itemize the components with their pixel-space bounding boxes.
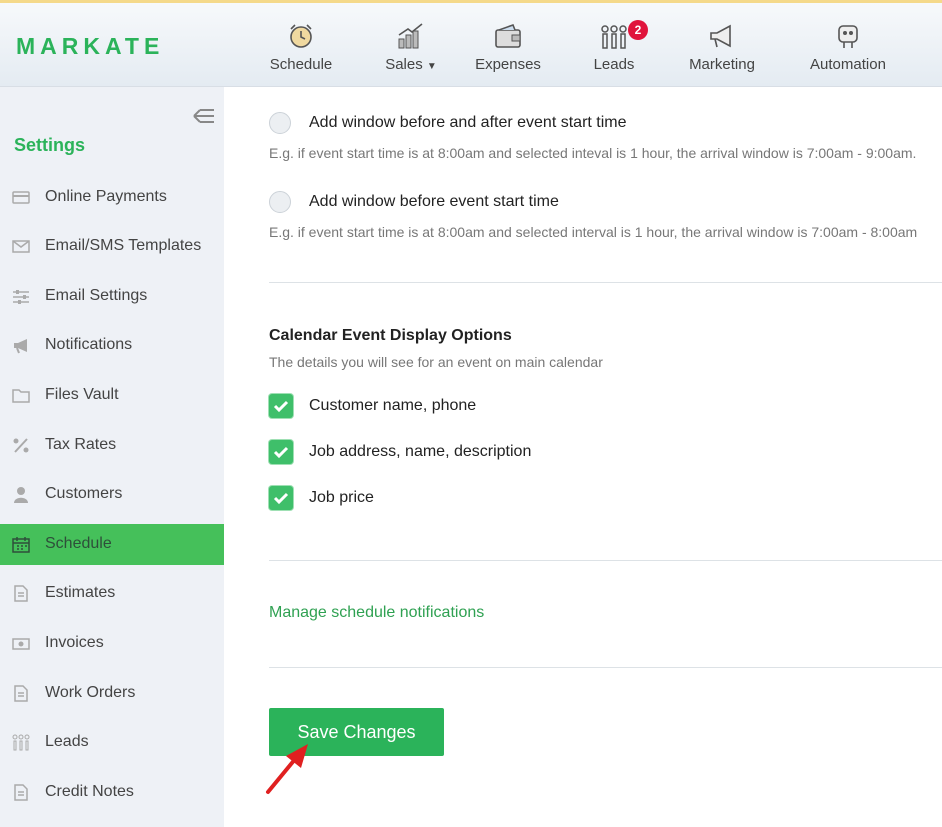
leads-badge: 2 xyxy=(628,20,648,40)
sidebar-item-label: Schedule xyxy=(45,535,112,552)
nav-label: Automation xyxy=(810,56,886,73)
sidebar-item-label: Leads xyxy=(45,733,89,750)
document-icon xyxy=(14,685,28,702)
customer-name-phone-checkbox[interactable] xyxy=(269,394,293,418)
arrival-window-before-radio[interactable] xyxy=(269,191,291,213)
checkbox-label: Job price xyxy=(309,489,374,506)
robot-icon xyxy=(838,25,858,48)
nav-expenses[interactable]: Expenses xyxy=(470,3,546,87)
sidebar-item-label: Email Settings xyxy=(45,287,148,304)
top-header: MARKATE Schedule Sales ▼ Expenses 2 Lead… xyxy=(0,3,942,87)
settings-sidebar: Settings Online Payments Email/SMS Templ… xyxy=(0,87,224,827)
people-icon xyxy=(601,25,627,49)
sidebar-item-label: Tax Rates xyxy=(45,436,117,453)
sidebar-item-label: Work Orders xyxy=(45,684,136,701)
sidebar-item-credit-notes[interactable]: Credit Notes xyxy=(0,772,224,813)
collapse-sidebar-icon[interactable] xyxy=(192,105,216,127)
sidebar-item-label: Online Payments xyxy=(45,188,167,205)
nav-label: Schedule xyxy=(269,56,333,73)
wallet-icon xyxy=(495,23,521,48)
checkbox-label: Customer name, phone xyxy=(309,397,477,414)
arrival-window-before-after-radio[interactable] xyxy=(269,112,291,134)
section-divider xyxy=(269,282,942,283)
money-icon xyxy=(12,638,30,650)
checkmark-icon xyxy=(273,446,289,459)
sidebar-item-files-vault[interactable]: Files Vault xyxy=(0,375,224,416)
nav-marketing[interactable]: Marketing xyxy=(684,3,760,87)
checkmark-icon xyxy=(273,492,289,505)
calendar-icon xyxy=(12,537,30,553)
manage-schedule-notifications-link[interactable]: Manage schedule notifications xyxy=(269,604,484,622)
checkbox-label: Job address, name, description xyxy=(309,443,532,460)
sidebar-item-label: Email/SMS Templates xyxy=(45,237,202,254)
sidebar-item-label: Invoices xyxy=(45,634,104,651)
section-divider xyxy=(269,667,942,668)
document-icon xyxy=(14,585,28,602)
sidebar-item-label: Estimates xyxy=(45,584,116,601)
sidebar-item-estimates[interactable]: Estimates xyxy=(0,573,224,614)
nav-label: Marketing xyxy=(689,56,755,73)
percent-icon xyxy=(13,438,29,453)
sidebar-item-notifications[interactable]: Notifications xyxy=(0,325,224,366)
sidebar-item-email-settings[interactable]: Email Settings xyxy=(0,276,224,317)
bar-chart-coins-icon xyxy=(398,23,423,49)
nav-automation[interactable]: Automation xyxy=(804,3,892,87)
bullhorn-icon xyxy=(14,339,27,354)
arrival-option-label: Add window before event start time xyxy=(309,193,559,210)
folder-icon xyxy=(12,389,30,403)
user-icon xyxy=(14,487,28,503)
sidebar-item-work-orders[interactable]: Work Orders xyxy=(0,673,224,714)
job-address-checkbox[interactable] xyxy=(269,440,293,464)
alarm-clock-icon xyxy=(290,24,312,48)
sidebar-item-label: Customers xyxy=(45,485,123,502)
brand-logo[interactable]: MARKATE xyxy=(16,33,164,60)
sidebar-item-invoices[interactable]: Invoices xyxy=(0,623,224,664)
sidebar-item-label: Notifications xyxy=(45,336,133,353)
sidebar-item-customers[interactable]: Customers xyxy=(0,474,224,515)
sidebar-item-online-payments[interactable]: Online Payments xyxy=(0,177,224,218)
sidebar-item-email-sms-templates[interactable]: Email/SMS Templates xyxy=(0,226,224,267)
arrival-option-hint: E.g. if event start time is at 8:00am an… xyxy=(269,224,918,240)
nav-label: Expenses xyxy=(475,56,541,73)
caret-down-icon: ▼ xyxy=(426,61,437,72)
arrival-option-label: Add window before and after event start … xyxy=(309,114,627,131)
display-options-title: Calendar Event Display Options xyxy=(269,327,512,344)
credit-card-icon xyxy=(12,191,30,204)
checkmark-icon xyxy=(273,400,289,413)
nav-label: Sales ▼ xyxy=(385,56,437,73)
job-price-checkbox[interactable] xyxy=(269,486,293,510)
sidebar-title: Settings xyxy=(14,135,86,155)
sliders-icon xyxy=(13,290,29,304)
envelope-icon xyxy=(12,240,30,253)
sidebar-item-tax-rates[interactable]: Tax Rates xyxy=(0,425,224,466)
people-icon xyxy=(12,734,30,751)
megaphone-icon xyxy=(710,24,731,48)
nav-label: Leads xyxy=(593,56,635,73)
section-divider xyxy=(269,560,942,561)
nav-sales[interactable]: Sales ▼ xyxy=(378,3,444,87)
display-options-subtitle: The details you will see for an event on… xyxy=(269,354,603,370)
sidebar-item-label: Files Vault xyxy=(45,386,119,403)
sidebar-item-schedule[interactable]: Schedule xyxy=(0,524,224,565)
red-arrow-annotation xyxy=(266,744,308,794)
nav-schedule[interactable]: Schedule xyxy=(262,3,340,87)
arrival-option-hint: E.g. if event start time is at 8:00am an… xyxy=(269,145,917,161)
sidebar-item-label: Credit Notes xyxy=(45,783,134,800)
sidebar-item-leads[interactable]: Leads xyxy=(0,722,224,763)
document-icon xyxy=(14,784,28,801)
schedule-settings-panel: Add window before and after event start … xyxy=(224,87,942,827)
nav-leads[interactable]: 2 Leads xyxy=(586,3,648,87)
